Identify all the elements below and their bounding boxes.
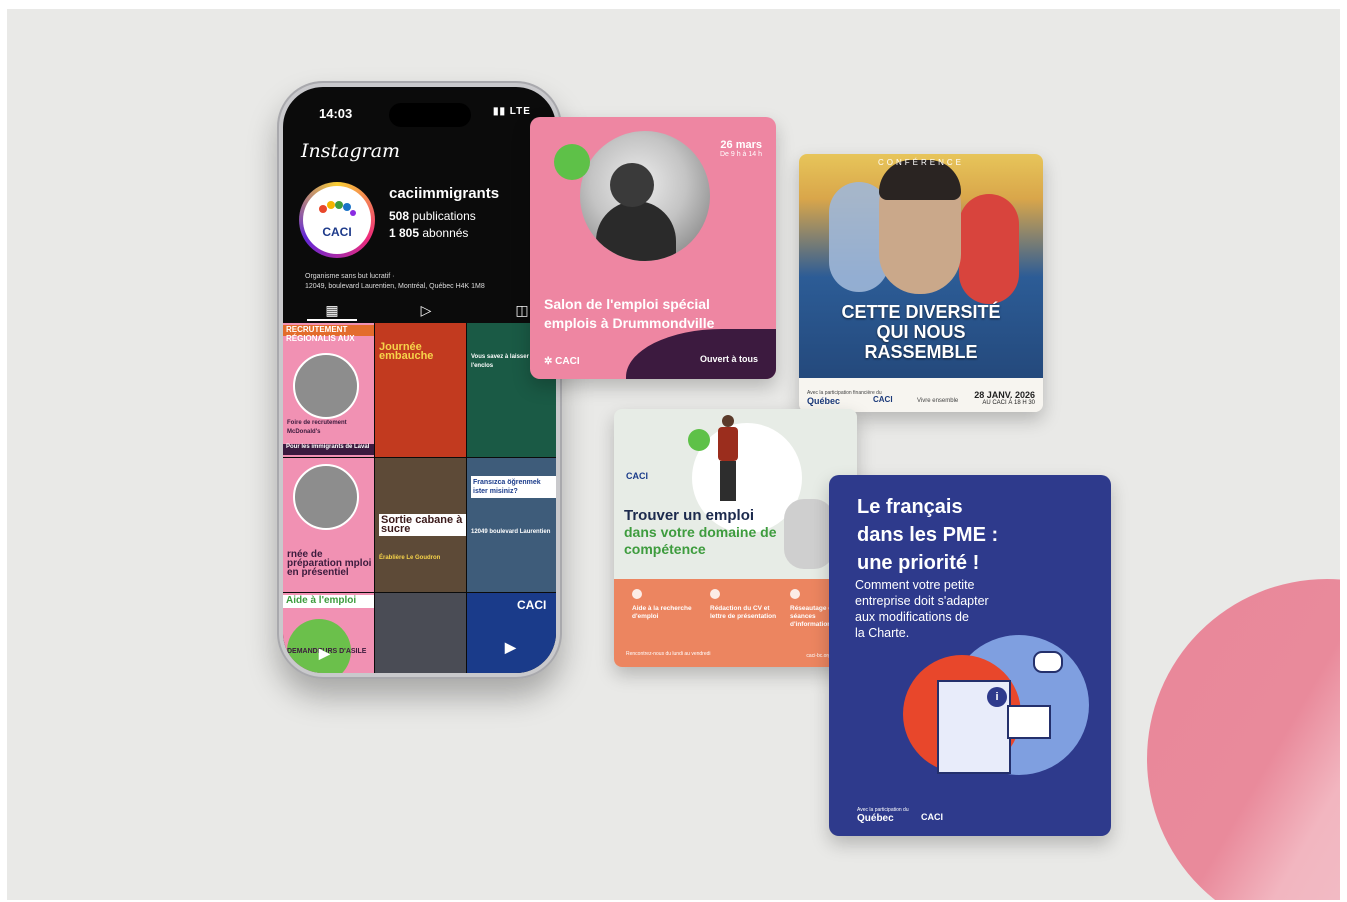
climbing-man-illustration [714,415,742,505]
quebec-logo: Avec la participation financière du Québ… [807,390,882,406]
caci-logo: CACI [921,812,943,822]
vivre-ensemble-logo: Vivre ensemble [917,398,959,404]
post-grid: RECRUTEMENT RÉGIONALIS AUX Foire de recr… [283,323,556,673]
monitor-illustration [1007,705,1051,739]
grid-icon[interactable]: ▦ [323,301,341,319]
post-card-salon-emploi[interactable]: 26 mars De 9 h à 14 h Salon de l'emploi … [530,117,776,379]
card-headline: Le français dans les PME : une priorité … [857,496,999,574]
grid-post[interactable] [375,593,466,673]
decorative-pink-circle [1147,579,1340,900]
status-time: 14:03 [319,106,353,121]
dynamic-island [389,103,471,127]
active-tab-indicator [307,319,357,321]
post-photo [293,464,359,530]
caci-logo: CACI [626,471,648,481]
publications-count[interactable]: 508 publications [389,209,476,223]
status-bar: 14:03 ▮▮ LTE [283,87,556,127]
grid-post[interactable]: Aide à l'emploi DEMANDEURS D'ASILE ▶ [283,593,374,673]
grid-post[interactable]: rnée de préparation mploi en présentiel [283,458,374,592]
profile-username: caciimmigrants [389,185,500,202]
signal-icon: ▮▮ [493,106,507,117]
post-photo [580,131,710,261]
grid-post[interactable]: CACI ▶ [467,593,556,673]
services-panel: Aide à la recherche d'emploi Rédaction d… [614,579,857,667]
profile-bio: Organisme sans but lucratif · 12049, bou… [305,273,485,290]
service-icon [632,589,642,599]
play-icon: ▶ [319,645,330,661]
card-footer: ✲ CACI Ouvert à tous [530,329,776,379]
card-footer: Avec la participation financière du Québ… [799,378,1043,412]
card-title: Salon de l'emploi spécial emplois à Drum… [544,296,715,331]
grid-post[interactable]: RECRUTEMENT RÉGIONALIS AUX Foire de recr… [283,323,374,457]
quebec-logo: Avec la participation du Québec [857,807,909,824]
post-card-francais-pme[interactable]: Le français dans les PME : une priorité … [829,475,1111,836]
grid-post[interactable]: Fransızca öğrenmek ister misiniz? 12049 … [467,458,556,592]
avatar-label: CACI [322,225,352,239]
service-item: Aide à la recherche d'emploi [632,589,700,621]
caci-logo: ✲ CACI [544,356,580,367]
card-eyebrow: CONFÉRENCE [877,158,964,167]
chat-bubble-icon [1033,651,1063,673]
caci-logo-icon [319,201,356,216]
card-headline: CETTE DIVERSITÉ QUI NOUS RASSEMBLE [841,302,1001,362]
info-icon: i [987,687,1007,707]
post-card-conference[interactable]: CONFÉRENCE CETTE DIVERSITÉ QUI NOUS RASS… [799,154,1043,412]
caci-logo: CACI [873,395,893,404]
green-dot [688,429,710,451]
mockup-scene: 14:03 ▮▮ LTE Instagram CACI caciimmigran… [7,9,1340,900]
followers-count[interactable]: 1 805 abonnés [389,226,468,240]
card-body: Comment votre petite entreprise doit s'a… [855,578,989,640]
phone-mockup: 14:03 ▮▮ LTE Instagram CACI caciimmigran… [277,81,562,679]
service-icon [710,589,720,599]
tagged-icon[interactable]: ◫ [513,301,531,319]
avatar: CACI [303,186,371,254]
instagram-logo[interactable]: Instagram [301,140,400,162]
network-indicator: ▮▮ LTE [493,106,531,117]
event-date: 26 mars De 9 h à 14 h [719,139,762,158]
footer-note: Rencontrez-nous du lundi au vendredi [626,651,711,657]
phone-screen: 14:03 ▮▮ LTE Instagram CACI caciimmigran… [283,87,556,673]
reels-icon[interactable]: ▷ [417,301,435,319]
grid-post[interactable]: Sortie cabane à sucre Érablière Le Goudr… [375,458,466,592]
service-icon [790,589,800,599]
profile-avatar[interactable]: CACI [299,182,375,258]
card-subtitle: dans votre domaine de compétence [624,524,777,557]
post-photo [293,353,359,419]
post-card-trouver-emploi[interactable]: CACI Trouver un emploi dans votre domain… [614,409,857,667]
green-badge-icon [554,144,590,180]
service-item: Rédaction du CV et lettre de présentatio… [710,589,778,621]
grid-post[interactable]: Journée embauche [375,323,466,457]
card-title: Trouver un emploi [624,507,755,524]
event-date: 28 JANV. 2026 AU CACI À 18 H 30 [974,390,1035,406]
footer-label: Ouvert à tous [699,354,758,364]
play-icon: ▶ [505,639,516,655]
